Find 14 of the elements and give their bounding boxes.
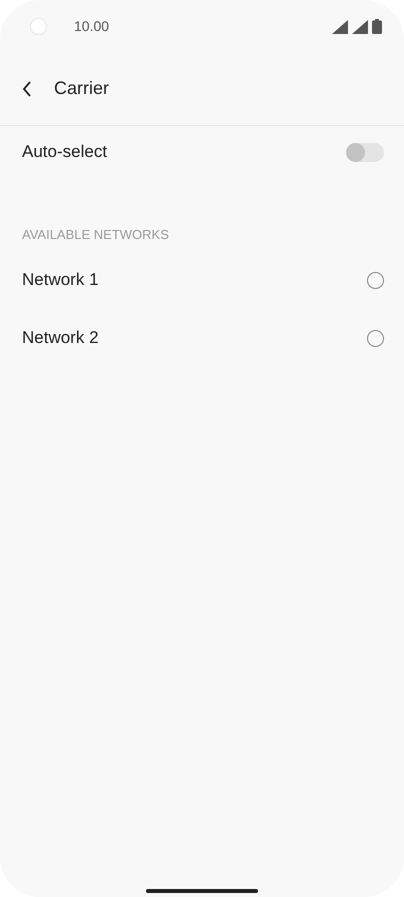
- status-time: 10.00: [74, 18, 110, 34]
- camera-icon: [30, 18, 47, 34]
- radio-button[interactable]: [367, 330, 384, 346]
- radio-button[interactable]: [367, 272, 384, 288]
- page-title: Carrier: [54, 78, 110, 99]
- signal-icon: [352, 20, 368, 34]
- signal-icon: [332, 20, 348, 34]
- network-name: Network 2: [22, 328, 99, 348]
- network-name: Network 1: [22, 270, 99, 290]
- setting-label: Auto-select: [22, 142, 108, 162]
- back-icon: [22, 80, 32, 96]
- toggle-switch[interactable]: [346, 142, 384, 162]
- battery-icon: [372, 18, 382, 34]
- section-header: AVAILABLE NETWORKS: [21, 227, 170, 244]
